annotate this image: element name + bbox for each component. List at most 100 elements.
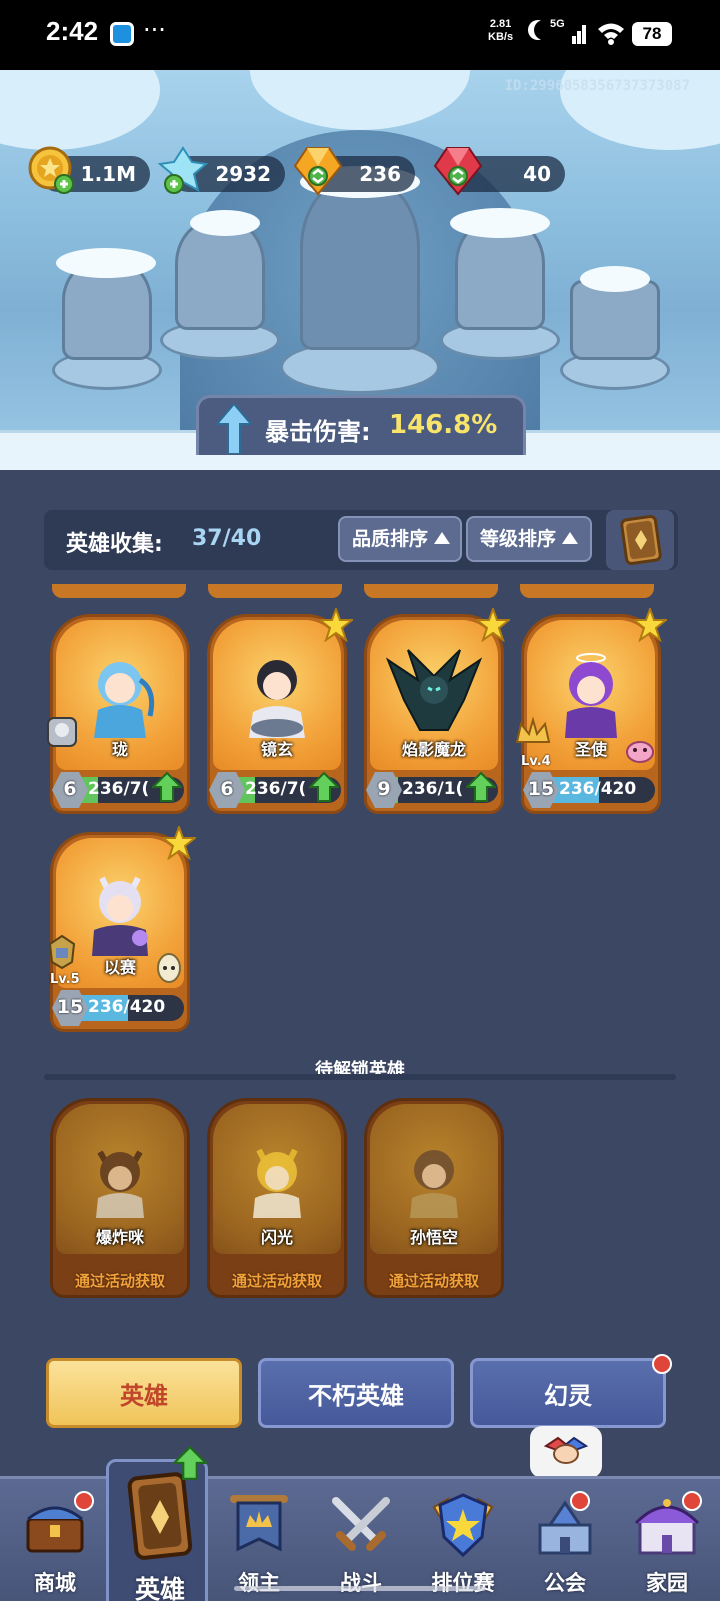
crossed-swords-icon: [332, 1497, 390, 1551]
status-bar: 2:42 ··· 2.81 KB/s 5G 78: [0, 0, 720, 70]
snow-decoration: [250, 70, 470, 130]
snow-cap: [450, 208, 550, 238]
hero-name: 孙悟空: [409, 1228, 458, 1247]
crystal-resource[interactable]: 2932: [158, 146, 285, 194]
hero-card-yanying-molong[interactable]: 焰影魔龙 236/1( 9: [364, 608, 510, 814]
crit-damage-value: 146.8%: [389, 410, 498, 440]
nav-label: 领主: [238, 1571, 280, 1595]
net-speed-unit: KB/s: [488, 31, 514, 43]
gold-coin-icon: [28, 146, 74, 194]
upgrade-arrow-icon: [152, 772, 182, 802]
star-icon: [162, 826, 196, 860]
bottom-navigation: 商城 英雄 领主 战斗 排位赛 公会 家园: [0, 1446, 720, 1601]
snow-cap: [190, 210, 260, 236]
home-indicator[interactable]: [234, 1586, 486, 1591]
upgrade-arrow-icon: [173, 1446, 207, 1480]
hero-card-long[interactable]: 珑 236/7( 6: [47, 614, 190, 814]
notification-dot: [74, 1491, 94, 1511]
nav-label: 英雄: [134, 1575, 185, 1601]
signal-icon: [572, 25, 586, 44]
dragon-statue: [300, 180, 420, 350]
nav-battle[interactable]: 战斗: [310, 1479, 412, 1601]
hero-card-jingxuan[interactable]: 镜玄 236/7( 6: [207, 608, 353, 814]
nav-label: 家园: [646, 1571, 688, 1595]
hero-level: 15: [56, 996, 84, 1018]
hero-hall-banner: ID:2996058356737373087 1.1M 2932 236 40 …: [0, 70, 720, 470]
upgrade-arrow-icon: [309, 772, 339, 802]
red-gem-icon: [433, 147, 483, 196]
upgrade-arrow-icon: [466, 772, 496, 802]
hero-level: 9: [377, 778, 391, 800]
card-deck-icon: [620, 514, 662, 566]
hero-portrait-shengshi: [565, 653, 617, 738]
hero-progress-text: 236/1(: [402, 779, 464, 799]
hero-card-partial: [52, 584, 186, 598]
hero-card-yisai[interactable]: Lv.5 以赛 236/420 15: [48, 826, 196, 1032]
nav-label: 战斗: [340, 1571, 382, 1595]
tab-heroes[interactable]: 英雄: [46, 1358, 242, 1428]
locked-hero-card-sunwukong[interactable]: 孙悟空 通过活动获取: [364, 1098, 504, 1298]
nav-heroes[interactable]: 英雄: [106, 1446, 208, 1601]
hero-portrait-yisai: [92, 876, 148, 956]
hero-name: 圣使: [574, 740, 607, 759]
nav-guild[interactable]: 公会: [514, 1479, 616, 1601]
guild-handshake-button[interactable]: [530, 1426, 602, 1478]
star-icon: [319, 608, 353, 642]
hero-name: 镜玄: [260, 740, 293, 759]
more-notifications-icon: ···: [143, 16, 166, 44]
nav-lord[interactable]: 领主: [208, 1479, 310, 1601]
collection-label: 英雄收集:: [66, 532, 163, 557]
orange-gem-icon: [293, 147, 343, 196]
ice-statue: [570, 280, 660, 360]
rank-shield-icon: [432, 1493, 494, 1558]
hero-name: 珑: [111, 740, 128, 759]
hero-level: 6: [63, 778, 77, 800]
orange-gem-resource[interactable]: 236: [293, 147, 415, 196]
locked-hero-card-shanguang[interactable]: 闪光 通过活动获取: [207, 1098, 347, 1298]
collection-header: 英雄收集: 37/40 品质排序 等级排序: [44, 510, 678, 570]
hero-card-shengshi[interactable]: Lv.4 圣使 236/420 15: [515, 608, 667, 814]
star-icon: [633, 608, 667, 642]
nav-label: 排位赛: [431, 1571, 495, 1595]
star-icon: [476, 608, 510, 642]
unlock-hint: 通过活动获取: [231, 1272, 322, 1290]
net-speed-value: 2.81: [489, 18, 512, 30]
nav-homeland[interactable]: 家园: [616, 1479, 718, 1601]
locked-hero-card-baozhami[interactable]: 爆炸咪 通过活动获取: [50, 1098, 190, 1298]
hero-portrait-baozhami: [96, 1150, 144, 1218]
hero-card-partial: [208, 584, 342, 598]
sort-quality-button[interactable]: 品质排序: [338, 516, 462, 562]
nav-shop[interactable]: 商城: [4, 1479, 106, 1601]
handshake-icon: [543, 1436, 589, 1464]
red-gem-resource[interactable]: 40: [433, 147, 565, 196]
crit-damage-panel: 暴击伤害: 146.8%: [196, 395, 526, 455]
gold-resource[interactable]: 1.1M: [28, 146, 150, 194]
banner-crown-icon: [230, 1495, 288, 1552]
sort-ascending-icon: [434, 532, 451, 544]
snow-cap: [580, 266, 650, 292]
collection-count: 37/40: [192, 526, 262, 551]
blue-crystal-icon: [158, 146, 208, 194]
hero-portrait-jingxuan: [249, 660, 305, 738]
sort-ascending-icon: [562, 532, 579, 544]
hero-level: 15: [527, 778, 555, 800]
hero-progress-text: 236/420: [88, 997, 166, 1017]
hero-name: 爆炸咪: [95, 1228, 144, 1247]
status-time: 2:42: [46, 16, 99, 46]
tab-phantoms[interactable]: 幻灵: [470, 1358, 666, 1428]
gold-value: 1.1M: [80, 162, 136, 186]
card-album-button[interactable]: [606, 510, 674, 570]
unlock-hint: 通过活动获取: [388, 1272, 479, 1290]
hero-progress-text: 236/420: [559, 779, 637, 799]
red-gem-value: 40: [523, 162, 551, 186]
hero-card-icon: [127, 1472, 193, 1560]
notification-dot: [570, 1491, 590, 1511]
unlock-hint: 通过活动获取: [74, 1272, 165, 1290]
hero-portrait-shanguang: [253, 1148, 301, 1218]
tab-immortal-heroes[interactable]: 不朽英雄: [258, 1358, 454, 1428]
sort-level-label: 等级排序: [480, 528, 557, 550]
sort-level-button[interactable]: 等级排序: [466, 516, 592, 562]
net-speed: 2.81 KB/s: [488, 18, 513, 44]
nav-ranked[interactable]: 排位赛: [412, 1479, 514, 1601]
hero-portrait-sunwukong: [410, 1150, 458, 1218]
